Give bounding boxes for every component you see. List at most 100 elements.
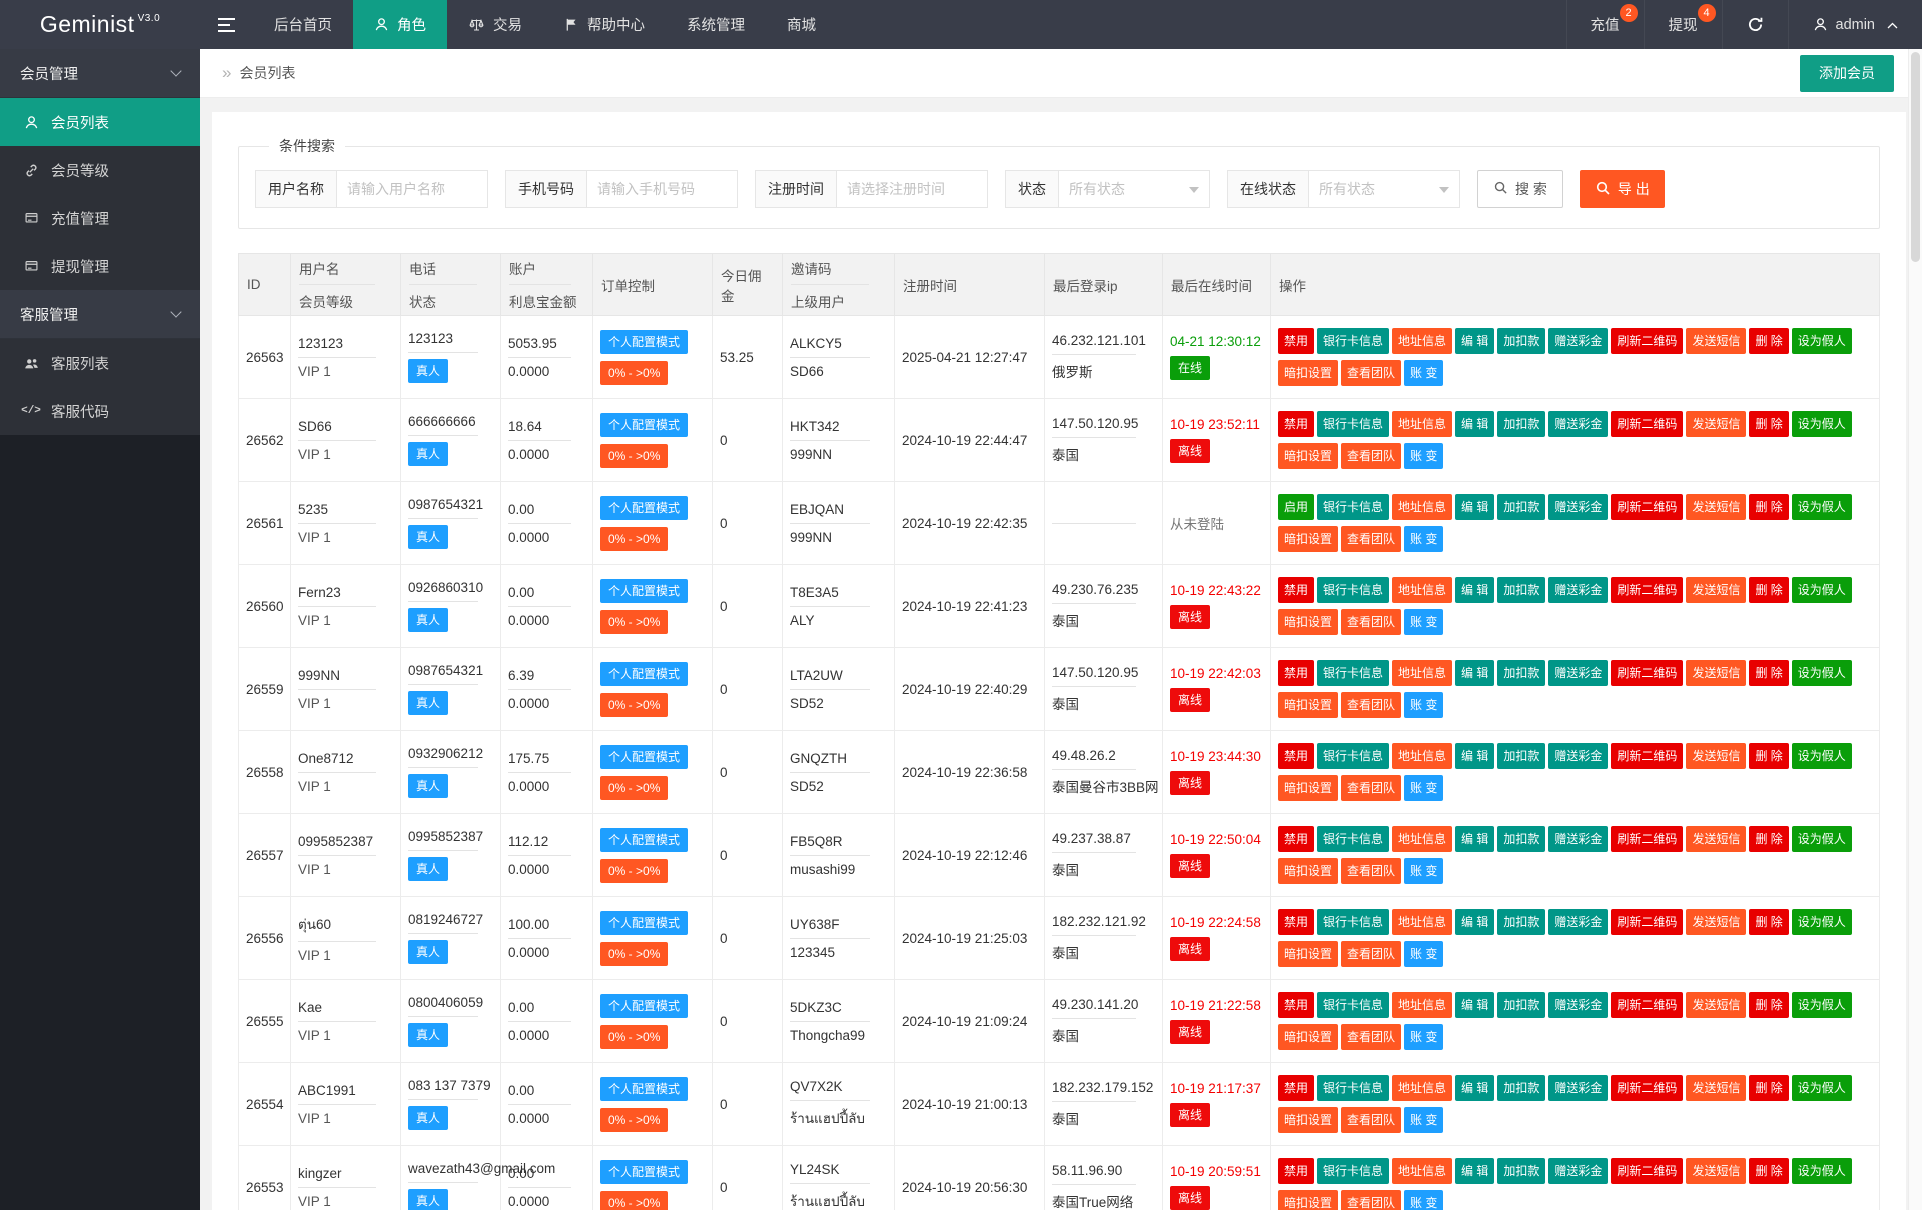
refresh-button[interactable] — [1722, 0, 1788, 49]
action-button-4[interactable]: 编 辑 — [1455, 328, 1494, 354]
action-button-8[interactable]: 发送短信 — [1686, 577, 1746, 603]
action-button-2-2[interactable]: 查看团队 — [1341, 1107, 1401, 1133]
action-button-2[interactable]: 银行卡信息 — [1317, 577, 1389, 603]
action-button-2-2[interactable]: 查看团队 — [1341, 775, 1401, 801]
hamburger-icon[interactable] — [200, 0, 253, 49]
filter-input[interactable] — [336, 170, 488, 208]
action-button-4[interactable]: 编 辑 — [1455, 1158, 1494, 1184]
action-button-2-3[interactable]: 账 变 — [1404, 692, 1443, 718]
action-button-2-1[interactable]: 暗扣设置 — [1278, 443, 1338, 469]
filter-select[interactable]: 所有状态 — [1308, 170, 1460, 208]
action-button-3[interactable]: 地址信息 — [1392, 1158, 1452, 1184]
action-button-5[interactable]: 加扣款 — [1497, 826, 1545, 852]
action-button-2-2[interactable]: 查看团队 — [1341, 609, 1401, 635]
scrollbar-thumb[interactable] — [1911, 52, 1920, 262]
action-button-4[interactable]: 编 辑 — [1455, 411, 1494, 437]
action-button-3[interactable]: 地址信息 — [1392, 577, 1452, 603]
action-button-9[interactable]: 删 除 — [1749, 992, 1788, 1018]
action-button-7[interactable]: 刷新二维码 — [1611, 411, 1683, 437]
action-button-3[interactable]: 地址信息 — [1392, 494, 1452, 520]
action-button-6[interactable]: 赠送彩金 — [1548, 328, 1608, 354]
action-button-6[interactable]: 赠送彩金 — [1548, 494, 1608, 520]
action-button-2-1[interactable]: 暗扣设置 — [1278, 1024, 1338, 1050]
action-button-3[interactable]: 地址信息 — [1392, 328, 1452, 354]
action-button-2-3[interactable]: 账 变 — [1404, 360, 1443, 386]
action-button-2-1[interactable]: 暗扣设置 — [1278, 941, 1338, 967]
action-button-2-1[interactable]: 暗扣设置 — [1278, 858, 1338, 884]
action-button-7[interactable]: 刷新二维码 — [1611, 1158, 1683, 1184]
action-button-2-3[interactable]: 账 变 — [1404, 443, 1443, 469]
action-button-7[interactable]: 刷新二维码 — [1611, 1075, 1683, 1101]
action-button-2-2[interactable]: 查看团队 — [1341, 941, 1401, 967]
action-button-4[interactable]: 编 辑 — [1455, 826, 1494, 852]
action-button-5[interactable]: 加扣款 — [1497, 494, 1545, 520]
action-button-2-2[interactable]: 查看团队 — [1341, 692, 1401, 718]
nav-item-2[interactable]: 角色 — [353, 0, 447, 49]
nav-item-1[interactable]: 后台首页 — [253, 0, 353, 49]
action-button-3[interactable]: 地址信息 — [1392, 411, 1452, 437]
action-button-2[interactable]: 银行卡信息 — [1317, 743, 1389, 769]
disable-button[interactable]: 禁用 — [1278, 826, 1314, 852]
nav-item-4[interactable]: 帮助中心 — [543, 0, 666, 49]
action-button-2-1[interactable]: 暗扣设置 — [1278, 609, 1338, 635]
action-button-6[interactable]: 赠送彩金 — [1548, 577, 1608, 603]
action-button-2-3[interactable]: 账 变 — [1404, 1190, 1443, 1210]
filter-input[interactable] — [586, 170, 738, 208]
action-button-3[interactable]: 地址信息 — [1392, 743, 1452, 769]
sidebar-item-1-2[interactable]: 会员等级 — [0, 146, 200, 194]
action-button-6[interactable]: 赠送彩金 — [1548, 909, 1608, 935]
action-button-7[interactable]: 刷新二维码 — [1611, 494, 1683, 520]
action-button-9[interactable]: 删 除 — [1749, 411, 1788, 437]
action-button-6[interactable]: 赠送彩金 — [1548, 411, 1608, 437]
action-button-3[interactable]: 地址信息 — [1392, 660, 1452, 686]
nav-item-5[interactable]: 系统管理 — [666, 0, 766, 49]
action-button-6[interactable]: 赠送彩金 — [1548, 743, 1608, 769]
action-button-3[interactable]: 地址信息 — [1392, 909, 1452, 935]
disable-button[interactable]: 禁用 — [1278, 328, 1314, 354]
sidebar-item-2-1[interactable]: 客服列表 — [0, 339, 200, 387]
action-button-7[interactable]: 刷新二维码 — [1611, 909, 1683, 935]
action-button-9[interactable]: 删 除 — [1749, 494, 1788, 520]
disable-button[interactable]: 禁用 — [1278, 992, 1314, 1018]
action-button-2-1[interactable]: 暗扣设置 — [1278, 1190, 1338, 1210]
action-button-8[interactable]: 发送短信 — [1686, 411, 1746, 437]
action-button-5[interactable]: 加扣款 — [1497, 1158, 1545, 1184]
action-button-5[interactable]: 加扣款 — [1497, 577, 1545, 603]
action-button-8[interactable]: 发送短信 — [1686, 1075, 1746, 1101]
action-button-10[interactable]: 设为假人 — [1792, 1075, 1852, 1101]
action-button-10[interactable]: 设为假人 — [1792, 743, 1852, 769]
action-button-5[interactable]: 加扣款 — [1497, 909, 1545, 935]
action-button-2[interactable]: 银行卡信息 — [1317, 826, 1389, 852]
action-button-4[interactable]: 编 辑 — [1455, 909, 1494, 935]
disable-button[interactable]: 禁用 — [1278, 577, 1314, 603]
action-button-10[interactable]: 设为假人 — [1792, 826, 1852, 852]
sidebar-group-2[interactable]: 客服管理 — [0, 290, 200, 339]
withdraw-button[interactable]: 提现 4 — [1644, 0, 1722, 49]
action-button-7[interactable]: 刷新二维码 — [1611, 577, 1683, 603]
action-button-7[interactable]: 刷新二维码 — [1611, 992, 1683, 1018]
filter-input[interactable] — [836, 170, 988, 208]
action-button-8[interactable]: 发送短信 — [1686, 1158, 1746, 1184]
action-button-2-3[interactable]: 账 变 — [1404, 526, 1443, 552]
action-button-2[interactable]: 银行卡信息 — [1317, 660, 1389, 686]
action-button-6[interactable]: 赠送彩金 — [1548, 1075, 1608, 1101]
enable-button[interactable]: 启用 — [1278, 494, 1314, 520]
action-button-9[interactable]: 删 除 — [1749, 577, 1788, 603]
action-button-2-3[interactable]: 账 变 — [1404, 858, 1443, 884]
action-button-10[interactable]: 设为假人 — [1792, 411, 1852, 437]
action-button-6[interactable]: 赠送彩金 — [1548, 826, 1608, 852]
action-button-5[interactable]: 加扣款 — [1497, 992, 1545, 1018]
action-button-2-2[interactable]: 查看团队 — [1341, 526, 1401, 552]
recharge-button[interactable]: 充值 2 — [1566, 0, 1644, 49]
action-button-5[interactable]: 加扣款 — [1497, 1075, 1545, 1101]
action-button-4[interactable]: 编 辑 — [1455, 577, 1494, 603]
action-button-2-3[interactable]: 账 变 — [1404, 1024, 1443, 1050]
action-button-10[interactable]: 设为假人 — [1792, 577, 1852, 603]
disable-button[interactable]: 禁用 — [1278, 1158, 1314, 1184]
action-button-8[interactable]: 发送短信 — [1686, 743, 1746, 769]
action-button-3[interactable]: 地址信息 — [1392, 992, 1452, 1018]
action-button-2-1[interactable]: 暗扣设置 — [1278, 1107, 1338, 1133]
action-button-5[interactable]: 加扣款 — [1497, 328, 1545, 354]
action-button-5[interactable]: 加扣款 — [1497, 411, 1545, 437]
action-button-2-3[interactable]: 账 变 — [1404, 1107, 1443, 1133]
